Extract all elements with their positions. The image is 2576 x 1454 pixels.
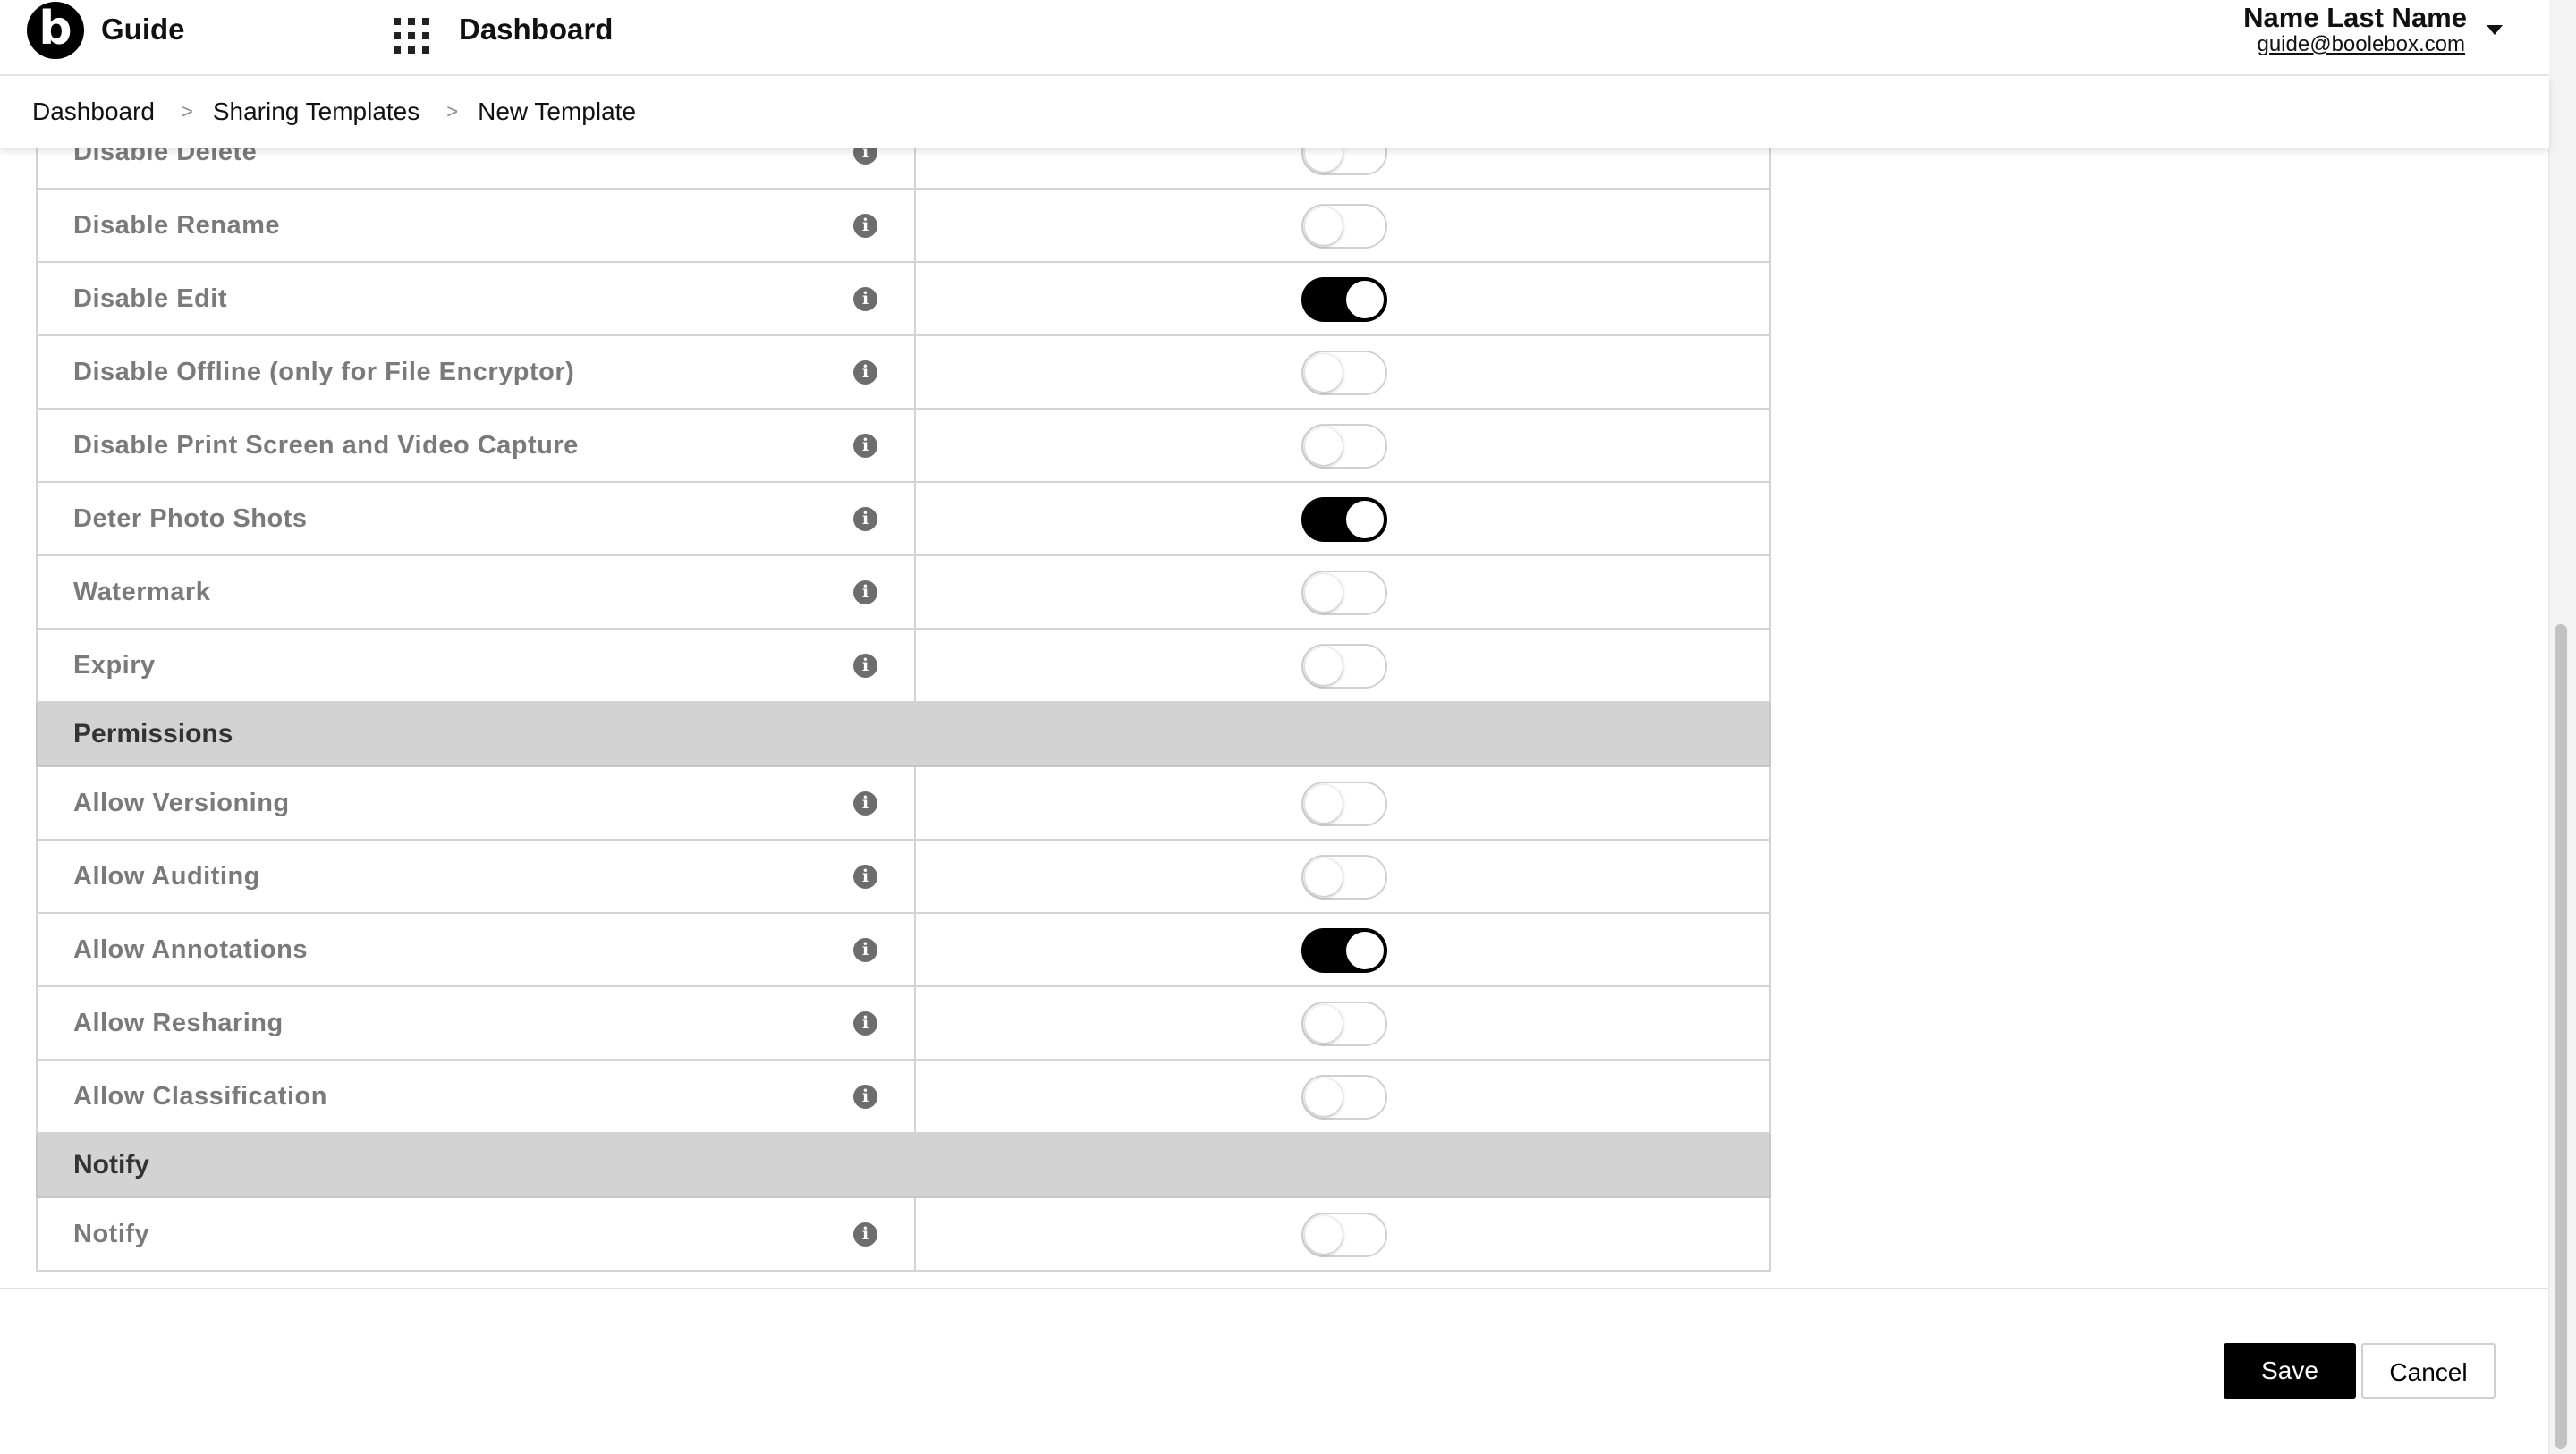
settings-row: Allow Annotations i <box>36 914 1771 987</box>
settings-row: Allow Auditing i <box>36 841 1771 914</box>
user-menu-caret-icon[interactable] <box>2487 25 2503 35</box>
section-title: Notify <box>73 1150 149 1179</box>
column-divider <box>914 630 916 701</box>
info-icon[interactable]: i <box>853 791 877 816</box>
boolebox-logo-icon[interactable]: b <box>27 2 84 59</box>
apps-grid-icon[interactable] <box>394 18 429 54</box>
column-divider <box>914 410 916 481</box>
settings-row: Disable Rename i <box>36 190 1771 263</box>
notify-section-header: Notify <box>36 1134 1771 1198</box>
setting-label: Disable Offline (only for File Encryptor… <box>73 358 575 386</box>
setting-toggle[interactable] <box>1301 644 1387 689</box>
settings-row: Allow Versioning i <box>36 767 1771 841</box>
setting-label: Disable Rename <box>73 211 281 240</box>
column-divider <box>914 767 916 839</box>
setting-toggle[interactable] <box>1301 928 1387 973</box>
info-icon[interactable]: i <box>853 1011 877 1036</box>
user-name[interactable]: Name Last Name <box>2243 2 2467 34</box>
setting-toggle[interactable] <box>1301 277 1387 322</box>
top-bar: b Guide Dashboard Name Last Name guide@b… <box>0 0 2549 76</box>
permissions-section-header: Permissions <box>36 703 1771 767</box>
setting-toggle[interactable] <box>1301 497 1387 542</box>
info-icon[interactable]: i <box>853 434 877 458</box>
save-button[interactable]: Save <box>2224 1343 2356 1399</box>
column-divider <box>914 1061 916 1132</box>
settings-row: Deter Photo Shots i <box>36 483 1771 556</box>
setting-label: Allow Auditing <box>73 862 260 891</box>
setting-toggle[interactable] <box>1301 424 1387 469</box>
setting-toggle[interactable] <box>1301 1213 1387 1257</box>
setting-label: Allow Annotations <box>73 935 308 964</box>
page-scrollbar[interactable] <box>2548 0 2576 1454</box>
settings-row: Expiry i <box>36 630 1771 703</box>
setting-label: Expiry <box>73 651 156 680</box>
setting-toggle[interactable] <box>1301 571 1387 615</box>
column-divider <box>914 148 916 188</box>
setting-label: Allow Resharing <box>73 1009 284 1037</box>
info-icon[interactable]: i <box>853 360 877 385</box>
cancel-button[interactable]: Cancel <box>2361 1343 2496 1399</box>
column-divider <box>914 1198 916 1270</box>
column-divider <box>914 987 916 1059</box>
user-email-link[interactable]: guide@boolebox.com <box>2257 32 2465 57</box>
breadcrumb-new-template: New Template <box>478 97 637 125</box>
setting-label: Watermark <box>73 578 211 606</box>
column-divider <box>914 263 916 334</box>
settings-row: Watermark i <box>36 556 1771 630</box>
setting-toggle[interactable] <box>1301 782 1387 826</box>
setting-label: Deter Photo Shots <box>73 504 308 533</box>
app-title: Guide <box>101 13 185 46</box>
info-icon[interactable]: i <box>853 214 877 238</box>
section-title: Permissions <box>73 719 233 748</box>
template-settings-table: Disable Delete i Disable Rename i Disable … <box>36 148 1771 1272</box>
footer-divider <box>0 1288 2549 1289</box>
setting-label: Allow Classification <box>73 1082 327 1111</box>
settings-row: Allow Classification i <box>36 1061 1771 1134</box>
setting-toggle[interactable] <box>1301 148 1387 175</box>
info-icon[interactable]: i <box>853 938 877 962</box>
setting-label: Allow Versioning <box>73 789 290 817</box>
setting-label: Notify <box>73 1220 150 1248</box>
logo-letter: b <box>38 2 72 55</box>
settings-row: Disable Print Screen and Video Capture i <box>36 410 1771 483</box>
setting-toggle[interactable] <box>1301 204 1387 249</box>
info-icon[interactable]: i <box>853 507 877 531</box>
column-divider <box>914 336 916 408</box>
setting-label: Disable Print Screen and Video Capture <box>73 431 579 460</box>
settings-row: Disable Edit i <box>36 263 1771 336</box>
scrollbar-thumb[interactable] <box>2555 624 2567 1449</box>
info-icon[interactable]: i <box>853 1222 877 1247</box>
info-icon[interactable]: i <box>853 654 877 678</box>
info-icon[interactable]: i <box>853 287 877 311</box>
settings-row: Notify i <box>36 1198 1771 1272</box>
settings-row: Disable Offline (only for File Encryptor… <box>36 336 1771 410</box>
setting-label: Disable Edit <box>73 284 227 313</box>
setting-label: Disable Delete <box>73 148 258 166</box>
setting-toggle[interactable] <box>1301 1075 1387 1120</box>
setting-toggle[interactable] <box>1301 1002 1387 1046</box>
breadcrumb: Dashboard > Sharing Templates > New Temp… <box>0 76 2549 148</box>
info-icon[interactable]: i <box>853 148 877 165</box>
info-icon[interactable]: i <box>853 580 877 604</box>
column-divider <box>914 556 916 628</box>
setting-toggle[interactable] <box>1301 351 1387 395</box>
settings-row: Disable Delete i <box>36 148 1771 190</box>
info-icon[interactable]: i <box>853 1085 877 1109</box>
column-divider <box>914 483 916 554</box>
breadcrumb-separator: > <box>181 100 193 123</box>
column-divider <box>914 914 916 985</box>
breadcrumb-sharing-templates[interactable]: Sharing Templates <box>213 97 419 126</box>
breadcrumb-dashboard[interactable]: Dashboard <box>32 97 155 126</box>
setting-toggle[interactable] <box>1301 855 1387 900</box>
info-icon[interactable]: i <box>853 865 877 889</box>
column-divider <box>914 190 916 261</box>
breadcrumb-separator: > <box>446 100 459 123</box>
column-divider <box>914 841 916 912</box>
dashboard-nav-link[interactable]: Dashboard <box>459 13 613 46</box>
settings-row: Allow Resharing i <box>36 987 1771 1061</box>
